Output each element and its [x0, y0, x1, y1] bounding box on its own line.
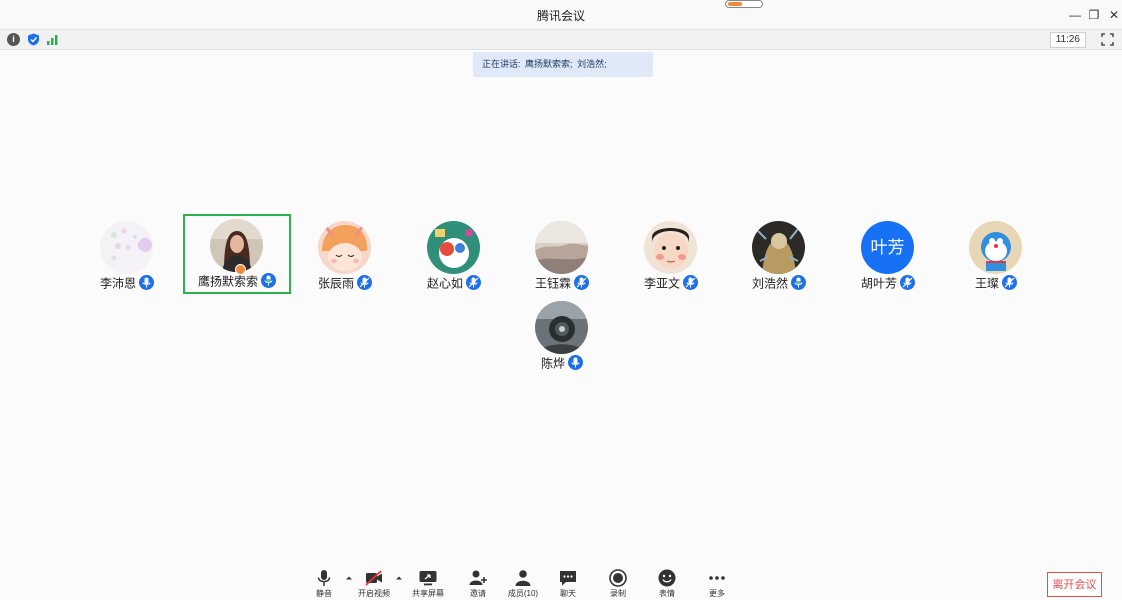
avatar: 叶芳	[861, 221, 914, 274]
speaker-name: 鹰扬默索索;	[525, 59, 573, 69]
participant-tile[interactable]: 刘浩然	[725, 216, 833, 296]
participant-tile[interactable]: 赵心如	[400, 216, 508, 296]
video-off-icon	[365, 570, 382, 586]
avatar	[100, 221, 153, 274]
participant-name: 刘浩然	[751, 276, 788, 291]
record-icon	[609, 569, 627, 587]
emoji-button[interactable]: 表情	[645, 568, 689, 600]
microphone-muted-icon	[900, 275, 915, 291]
participant-name: 李沛恩	[99, 276, 136, 291]
microphone-muted-icon	[357, 275, 372, 291]
invite-button[interactable]: 邀请	[456, 568, 500, 600]
avatar	[969, 221, 1022, 274]
participant-tile[interactable]: 李沛恩	[73, 216, 181, 296]
chat-icon	[560, 571, 576, 586]
microphone-muted-icon	[466, 275, 481, 291]
microphone-speaking-icon	[261, 273, 276, 289]
microphone-speaking-icon	[791, 275, 806, 291]
participant-tile[interactable]: 王钰霖	[508, 216, 616, 296]
participant-name: 王钰霖	[534, 276, 571, 291]
fullscreen-icon[interactable]	[1101, 33, 1114, 46]
info-icon[interactable]: i	[7, 33, 20, 46]
speaker-name: 刘浩然;	[577, 59, 607, 69]
title-bar: 腾讯会议 — ❐ ✕	[0, 0, 1122, 29]
emoji-label: 表情	[659, 589, 675, 598]
participant-name: 李亚文	[643, 276, 680, 291]
close-button[interactable]: ✕	[1105, 6, 1122, 24]
microphone-icon	[317, 570, 331, 586]
emoji-icon	[658, 569, 676, 587]
more-button[interactable]: 更多	[695, 568, 739, 600]
chat-label: 聊天	[560, 589, 576, 598]
participant-tile-active-speaker[interactable]: 鹰扬默索索	[183, 214, 291, 294]
shield-icon[interactable]	[27, 33, 40, 46]
status-bar: i 11:26	[0, 29, 1122, 50]
members-label: 成员(10)	[507, 589, 539, 598]
avatar	[535, 221, 588, 274]
signal-icon[interactable]	[46, 33, 59, 46]
members-icon	[515, 570, 531, 586]
video-options-caret-icon[interactable]	[394, 573, 404, 583]
avatar-initials: 叶芳	[861, 221, 914, 274]
participant-tile[interactable]: 王璨	[942, 216, 1050, 296]
more-icon	[709, 576, 725, 580]
leave-meeting-button[interactable]: 离开会议	[1047, 572, 1102, 597]
microphone-icon	[568, 355, 583, 371]
avatar	[535, 301, 588, 354]
participant-name: 王璨	[974, 276, 999, 291]
add-user-icon	[469, 570, 487, 585]
participant-name: 陈烨	[540, 356, 565, 371]
share-screen-icon	[419, 571, 437, 586]
mute-button[interactable]: 静音	[302, 568, 346, 600]
start-video-label: 开启视频	[358, 589, 390, 598]
speaking-prefix: 正在讲话:	[482, 59, 521, 69]
participant-tile[interactable]: 李亚文	[617, 216, 725, 296]
avatar	[318, 221, 371, 274]
participant-tile[interactable]: 陈烨	[508, 296, 616, 376]
participant-tile[interactable]: 叶芳 胡叶芳	[834, 216, 942, 296]
participant-name: 鹰扬默索索	[197, 274, 258, 289]
avatar	[644, 221, 697, 274]
members-button[interactable]: 成员(10)	[501, 568, 545, 600]
avatar	[752, 221, 805, 274]
share-screen-label: 共享屏幕	[412, 589, 444, 598]
record-label: 录制	[610, 589, 626, 598]
chat-button[interactable]: 聊天	[546, 568, 590, 600]
record-button[interactable]: 录制	[596, 568, 640, 600]
participant-name: 胡叶芳	[860, 276, 897, 291]
invite-label: 邀请	[470, 589, 486, 598]
restore-button[interactable]: ❐	[1085, 6, 1103, 24]
mute-label: 静音	[316, 589, 332, 598]
network-quality-indicator	[725, 0, 763, 8]
share-screen-button[interactable]: 共享屏幕	[406, 568, 450, 600]
window-title: 腾讯会议	[536, 9, 585, 23]
microphone-icon	[139, 275, 154, 291]
start-video-button[interactable]: 开启视频	[352, 568, 396, 600]
microphone-muted-icon	[574, 275, 589, 291]
minimize-button[interactable]: —	[1066, 6, 1084, 24]
speaking-banner: 正在讲话: 鹰扬默索索; 刘浩然;	[473, 52, 653, 77]
avatar	[427, 221, 480, 274]
microphone-muted-icon	[1002, 275, 1017, 291]
more-label: 更多	[709, 589, 725, 598]
participant-name: 张辰雨	[317, 276, 354, 291]
meeting-clock: 11:26	[1049, 32, 1086, 48]
microphone-muted-icon	[683, 275, 698, 291]
participant-tile[interactable]: 张辰雨	[291, 216, 399, 296]
participant-name: 赵心如	[426, 276, 463, 291]
